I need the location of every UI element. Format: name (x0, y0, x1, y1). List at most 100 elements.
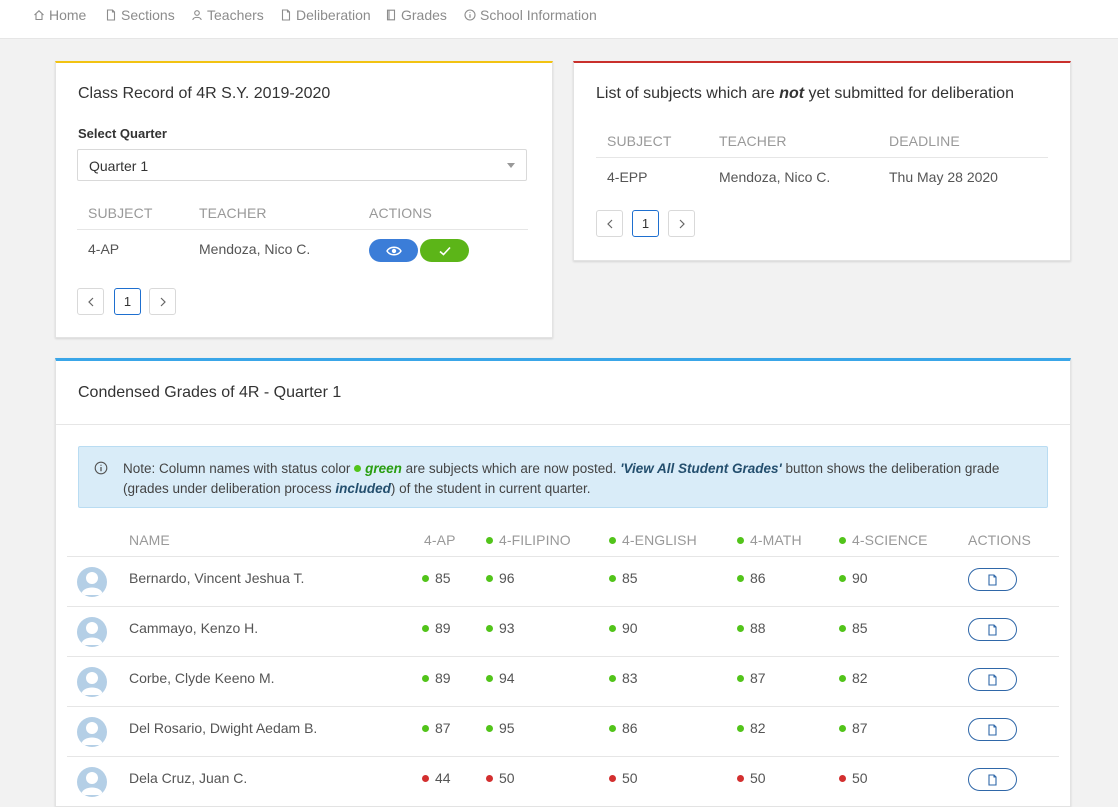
status-dot (839, 537, 846, 544)
teacher-cell: Mendoza, Nico C. (719, 169, 831, 185)
grade-value: 82 (750, 720, 766, 736)
card-header-divider (56, 424, 1070, 425)
grade-cell: 44 (422, 770, 451, 786)
class-record-title: Class Record of 4R S.Y. 2019-2020 (78, 85, 331, 102)
user-avatar-icon (81, 722, 103, 745)
view-student-grades-button[interactable] (968, 718, 1017, 741)
pagination-page-button[interactable]: 1 (114, 288, 141, 315)
file-icon (988, 723, 997, 736)
grade-cell: 96 (486, 570, 515, 586)
quarter-select-value: Quarter 1 (89, 158, 149, 174)
quarter-select[interactable]: Quarter 1 (77, 149, 527, 181)
grade-value: 90 (622, 620, 638, 636)
teacher-cell: Mendoza, Nico C. (199, 241, 311, 257)
view-student-grades-button[interactable] (968, 618, 1017, 641)
status-dot (486, 575, 493, 582)
avatar (77, 617, 107, 647)
pagination-prev-button[interactable] (596, 210, 623, 237)
grade-cell: 89 (422, 670, 451, 686)
divider (77, 229, 528, 230)
avatar (77, 717, 107, 747)
chevron-right-icon (679, 219, 685, 228)
grade-cell: 88 (737, 620, 766, 636)
table-row: Cammayo, Kenzo H. 89 93 90 88 85 (67, 607, 1059, 657)
column-header-subject: 4-MATH (737, 532, 802, 548)
status-dot (839, 775, 846, 782)
grade-value: 89 (435, 670, 451, 686)
column-header-subject: 4-FILIPINO (486, 532, 571, 548)
nav-label: Deliberation (296, 7, 371, 23)
status-dot (609, 775, 616, 782)
pagination-next-button[interactable] (149, 288, 176, 315)
avatar (77, 767, 107, 797)
grade-cell: 87 (737, 670, 766, 686)
status-dot (422, 675, 429, 682)
pagination-prev-button[interactable] (77, 288, 104, 315)
condensed-grades-card: Condensed Grades of 4R - Quarter 1 Note:… (55, 358, 1071, 807)
status-dot (609, 675, 616, 682)
view-student-grades-button[interactable] (968, 568, 1017, 591)
grade-value: 83 (622, 670, 638, 686)
grade-cell: 50 (737, 770, 766, 786)
user-icon (192, 10, 202, 21)
status-dot (422, 775, 429, 782)
grade-cell: 82 (839, 670, 868, 686)
info-icon (94, 461, 108, 475)
title-text: List of subjects which are (596, 85, 780, 102)
table-row: Dela Cruz, Juan C. 44 50 50 50 50 (67, 757, 1059, 807)
file-icon (281, 9, 291, 21)
nav-item-sections[interactable]: Sections (105, 6, 175, 24)
view-button[interactable] (369, 239, 418, 262)
grade-cell: 50 (486, 770, 515, 786)
status-dot (839, 675, 846, 682)
view-student-grades-button[interactable] (968, 768, 1017, 791)
grade-cell: 94 (486, 670, 515, 686)
user-avatar-icon (81, 772, 103, 795)
nav-item-grades[interactable]: Grades (385, 6, 447, 24)
student-name: Cammayo, Kenzo H. (129, 620, 259, 636)
note-button-name: 'View All Student Grades' (620, 461, 782, 476)
pagination-next-button[interactable] (668, 210, 695, 237)
grade-cell: 83 (609, 670, 638, 686)
column-header-subject: SUBJECT (607, 133, 672, 149)
subject-cell: 4-AP (88, 241, 120, 257)
grade-value: 44 (435, 770, 451, 786)
deadline-cell: Thu May 28 2020 (889, 169, 998, 185)
user-avatar-icon (81, 672, 103, 695)
subject-label: 4-FILIPINO (499, 532, 571, 548)
status-dot (486, 725, 493, 732)
grade-cell: 93 (486, 620, 515, 636)
note-text: ) of the student in current quarter. (390, 481, 591, 496)
approve-button[interactable] (420, 239, 469, 262)
status-dot (737, 725, 744, 732)
condensed-grades-title: Condensed Grades of 4R - Quarter 1 (78, 384, 342, 401)
eye-icon (385, 246, 402, 255)
divider (596, 157, 1048, 158)
nav-item-school-information[interactable]: School Information (464, 6, 597, 24)
avatar (77, 567, 107, 597)
grade-value: 82 (852, 670, 868, 686)
file-icon (988, 573, 997, 586)
grade-value: 93 (499, 620, 515, 636)
nav-item-teachers[interactable]: Teachers (191, 6, 264, 24)
status-dot (737, 537, 744, 544)
table-row: Bernardo, Vincent Jeshua T. 85 96 85 86 90 (67, 557, 1059, 607)
nav-item-home[interactable]: Home (33, 6, 86, 24)
column-header-subject: 4-AP (424, 532, 456, 548)
avatar (77, 667, 107, 697)
chevron-left-icon (606, 219, 612, 228)
status-dot (737, 675, 744, 682)
table-row: Del Rosario, Dwight Aedam B. 87 95 86 82 87 (67, 707, 1059, 757)
column-header-actions: ACTIONS (369, 205, 432, 221)
pagination-page-button[interactable]: 1 (632, 210, 659, 237)
view-student-grades-button[interactable] (968, 668, 1017, 691)
column-header-name: NAME (129, 532, 170, 548)
grade-value: 87 (852, 720, 868, 736)
status-dot (486, 675, 493, 682)
status-dot (422, 575, 429, 582)
grade-value: 86 (750, 570, 766, 586)
note-green: green (365, 461, 402, 476)
nav-item-deliberation[interactable]: Deliberation (280, 6, 371, 24)
note-text: Note: Column names with status color (123, 461, 355, 476)
file-icon (988, 623, 997, 636)
